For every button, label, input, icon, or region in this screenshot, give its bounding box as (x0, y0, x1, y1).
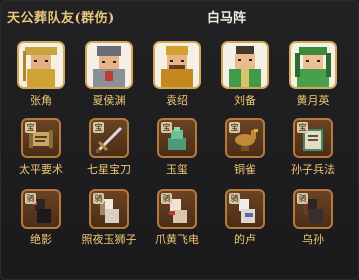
huangyueying-portrait-icon (291, 43, 335, 87)
treasure-slot[interactable]: 宝 (89, 118, 129, 158)
mount-name: 乌孙 (302, 233, 324, 246)
mount-slot[interactable]: 骑 (225, 189, 265, 229)
lineup-panel: 天公葬队友(群伤) 白马阵 张角 夏侯渊 袁绍 刘备 黄月英 宝 太平要术 宝 … (0, 0, 359, 280)
mount-badge: 骑 (229, 193, 240, 204)
lineup-title: 天公葬队友(群伤) (7, 11, 115, 26)
mount-badge: 骑 (297, 193, 308, 204)
treasure-slot[interactable]: 宝 (157, 118, 197, 158)
formation-name: 白马阵 (207, 11, 247, 26)
treasure-badge: 宝 (93, 122, 104, 133)
hero-card[interactable] (153, 41, 201, 89)
mount-slot[interactable]: 骑 (157, 189, 197, 229)
mount-name: 爪黄飞电 (155, 233, 199, 246)
hero-name: 黄月英 (296, 94, 330, 107)
mount-slot[interactable]: 骑 (89, 189, 129, 229)
hero-name: 刘备 (234, 94, 256, 107)
treasure-slot[interactable]: 宝 (21, 118, 61, 158)
treasure-slot[interactable]: 宝 (225, 118, 265, 158)
hero-name: 袁绍 (166, 94, 188, 107)
treasure-name: 孙子兵法 (291, 163, 335, 176)
liubei-portrait-icon (223, 43, 267, 87)
mount-badge: 骑 (161, 193, 172, 204)
mount-badge: 骑 (93, 193, 104, 204)
yuanshao-portrait-icon (155, 43, 199, 87)
treasure-name: 七星宝刀 (87, 163, 131, 176)
zhangjiao-portrait-icon (19, 43, 63, 87)
mount-name: 照夜玉狮子 (81, 233, 137, 246)
treasure-name: 玉玺 (166, 163, 188, 176)
hero-name: 夏侯渊 (92, 94, 126, 107)
mount-name: 的卢 (234, 233, 256, 246)
mount-slot[interactable]: 骑 (293, 189, 333, 229)
hero-card[interactable] (17, 41, 65, 89)
mount-badge: 骑 (25, 193, 36, 204)
treasure-badge: 宝 (25, 122, 36, 133)
treasure-name: 太平要术 (19, 163, 63, 176)
treasure-badge: 宝 (229, 122, 240, 133)
hero-card[interactable] (289, 41, 337, 89)
treasure-name: 铜雀 (234, 163, 256, 176)
mount-name: 绝影 (30, 233, 52, 246)
hero-card[interactable] (221, 41, 269, 89)
treasure-badge: 宝 (297, 122, 308, 133)
mount-slot[interactable]: 骑 (21, 189, 61, 229)
hero-card[interactable] (85, 41, 133, 89)
xiahouyuan-portrait-icon (87, 43, 131, 87)
treasure-slot[interactable]: 宝 (293, 118, 333, 158)
hero-name: 张角 (30, 94, 52, 107)
treasure-badge: 宝 (161, 122, 172, 133)
